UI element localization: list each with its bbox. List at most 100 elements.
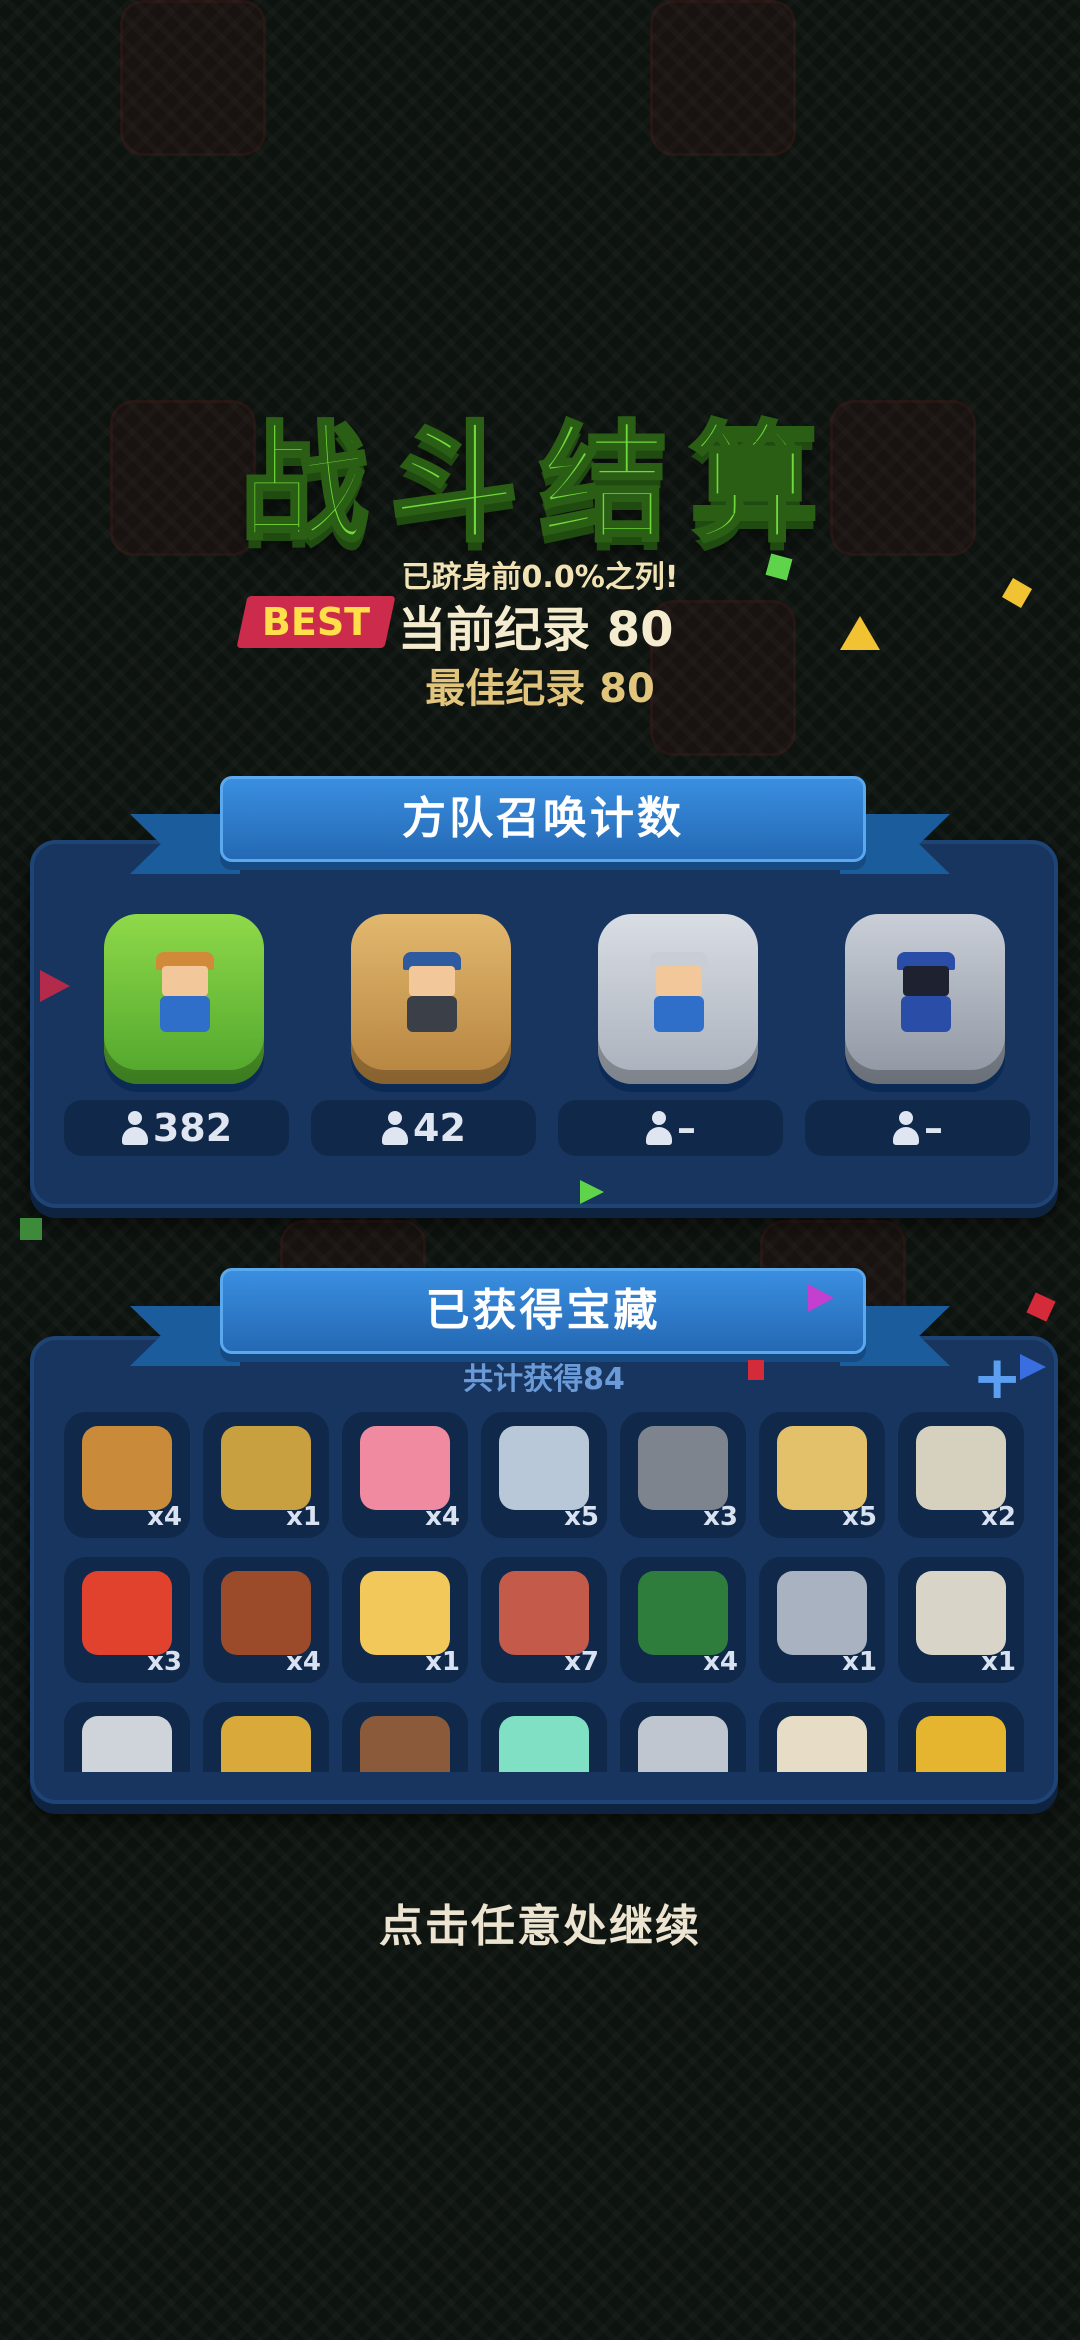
treasure-item[interactable]: x4 — [342, 1412, 468, 1538]
summon-unit-archer[interactable]: 382 — [64, 894, 289, 1194]
treasure-quantity: x7 — [564, 1647, 599, 1677]
green-banner-icon — [638, 1571, 728, 1655]
treasure-item[interactable] — [203, 1702, 329, 1772]
confetti — [40, 970, 70, 1002]
person-icon — [892, 1111, 920, 1145]
old-book-icon — [360, 1716, 450, 1772]
summon-count-badge: 382 — [64, 1100, 289, 1156]
treasure-item[interactable]: x4 — [203, 1557, 329, 1683]
person-icon — [381, 1111, 409, 1145]
treasure-section-ribbon: 已获得宝藏 — [130, 1268, 950, 1372]
summon-unit-cannoneer[interactable]: 42 — [311, 894, 536, 1194]
meat-icon — [499, 1571, 589, 1655]
crystal-icon — [499, 1716, 589, 1772]
treasure-quantity: x1 — [842, 1647, 877, 1677]
treasure-item[interactable] — [620, 1702, 746, 1772]
confetti — [748, 1360, 764, 1380]
treasure-quantity: x2 — [981, 1502, 1016, 1532]
summon-count-badge: 42 — [311, 1100, 536, 1156]
treasure-item[interactable]: x1 — [898, 1557, 1024, 1683]
treasure-quantity: x4 — [147, 1502, 182, 1532]
cannoneer-icon — [403, 952, 461, 1036]
person-icon — [121, 1111, 149, 1145]
summon-count-panel: 382 42 – – — [30, 840, 1058, 1208]
treasure-item[interactable]: x1 — [342, 1557, 468, 1683]
treasure-item[interactable]: x2 — [898, 1412, 1024, 1538]
treasure-quantity: x4 — [703, 1647, 738, 1677]
treasure-item[interactable]: x1 — [203, 1412, 329, 1538]
gem-chest-icon — [221, 1571, 311, 1655]
summon-unit-list: 382 42 – – — [64, 894, 1030, 1194]
confetti — [840, 616, 880, 650]
needle-icon — [638, 1716, 728, 1772]
summon-unit-mage[interactable]: – — [805, 894, 1030, 1194]
treasure-item[interactable] — [481, 1702, 607, 1772]
background-enemy-card — [120, 0, 266, 156]
best-badge-label: BEST — [261, 600, 371, 644]
treasure-item[interactable]: x5 — [481, 1412, 607, 1538]
magic-lamp-icon — [916, 1716, 1006, 1772]
treasure-item[interactable] — [759, 1702, 885, 1772]
treasure-grid[interactable]: x4 x1 x4 x5 x3 x5 x2 x3 x4 x1 x7 x4 x1 x1 — [64, 1412, 1024, 1772]
mage-icon — [897, 952, 955, 1036]
knight-statue-icon — [221, 1426, 311, 1510]
confetti — [808, 1284, 834, 1312]
treasure-item[interactable]: x5 — [759, 1412, 885, 1538]
butter-icon — [360, 1571, 450, 1655]
treasure-quantity: x1 — [425, 1647, 460, 1677]
treasure-quantity: x1 — [981, 1647, 1016, 1677]
treasure-item[interactable] — [342, 1702, 468, 1772]
gold-sack-icon — [82, 1426, 172, 1510]
summon-count: – — [677, 1106, 696, 1150]
horned-statue-icon — [916, 1571, 1006, 1655]
golden-scepter-icon — [221, 1716, 311, 1772]
treasure-item[interactable]: x7 — [481, 1557, 607, 1683]
treasure-quantity: x3 — [147, 1647, 182, 1677]
treasure-quantity: x3 — [703, 1502, 738, 1532]
confetti — [1020, 1354, 1046, 1380]
current-record: 当前纪录 80 — [398, 602, 674, 658]
treasure-map-icon — [777, 1426, 867, 1510]
battle-result-title: 战斗结算 — [238, 408, 840, 561]
tap-to-continue[interactable]: 点击任意处继续 — [0, 1890, 1080, 1954]
treasure-item[interactable]: x3 — [64, 1557, 190, 1683]
person-icon — [645, 1111, 673, 1145]
treasure-panel: 共计获得84 + x4 x1 x4 x5 x3 x5 x2 x3 x4 x1 x7 x4 x1 x1 — [30, 1336, 1058, 1804]
treasure-quantity: x4 — [286, 1647, 321, 1677]
summon-section-ribbon: 方队召唤计数 — [130, 776, 950, 880]
piggy-bank-icon — [360, 1426, 450, 1510]
treasure-item[interactable] — [898, 1702, 1024, 1772]
treasure-item[interactable]: x1 — [759, 1557, 885, 1683]
treasure-quantity: x4 — [425, 1502, 460, 1532]
summon-count-badge: – — [805, 1100, 1030, 1156]
stone-tag-icon — [916, 1426, 1006, 1510]
expand-plus-icon[interactable]: + — [972, 1348, 1022, 1408]
treasure-item[interactable] — [64, 1702, 190, 1772]
apple-icon — [82, 1571, 172, 1655]
drum-icon — [777, 1716, 867, 1772]
treasure-item[interactable]: x4 — [64, 1412, 190, 1538]
confetti — [1026, 1292, 1056, 1322]
archer-icon — [156, 952, 214, 1036]
confetti — [20, 1218, 42, 1240]
summon-count-badge: – — [558, 1100, 783, 1156]
best-record: 最佳纪录 80 — [425, 666, 655, 712]
summon-count: – — [924, 1106, 943, 1150]
confetti — [580, 1180, 604, 1204]
treasure-item[interactable]: x3 — [620, 1412, 746, 1538]
silver-coins-icon — [499, 1426, 589, 1510]
treasure-section-title: 已获得宝藏 — [220, 1268, 866, 1354]
summon-section-title: 方队召唤计数 — [220, 776, 866, 862]
treasure-quantity: x5 — [842, 1502, 877, 1532]
treasure-quantity: x1 — [286, 1502, 321, 1532]
summon-unit-knight[interactable]: – — [558, 894, 783, 1194]
stone-chest-icon — [82, 1716, 172, 1772]
background-enemy-card — [650, 0, 796, 156]
iron-crate-icon — [638, 1426, 728, 1510]
treasure-item[interactable]: x4 — [620, 1557, 746, 1683]
summon-count: 42 — [413, 1106, 466, 1150]
jeweled-sword-icon — [777, 1571, 867, 1655]
treasure-quantity: x5 — [564, 1502, 599, 1532]
knight-icon — [650, 952, 708, 1036]
summon-count: 382 — [152, 1106, 233, 1150]
